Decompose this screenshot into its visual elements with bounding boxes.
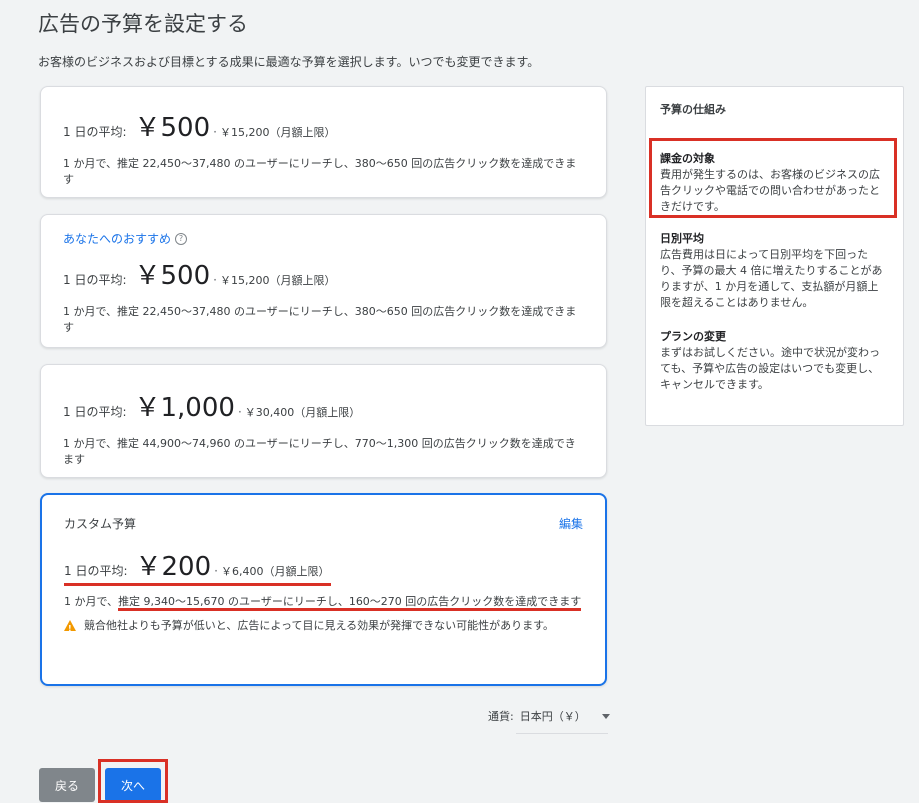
daily-amount: ￥500 xyxy=(134,261,211,291)
budget-option-custom[interactable]: カスタム予算 編集 1 日の平均: ￥200 · ￥6,400（月額上限） 1 … xyxy=(40,493,607,686)
next-button[interactable]: 次へ xyxy=(105,768,161,802)
back-button[interactable]: 戻る xyxy=(39,768,95,802)
daily-average-label: 1 日の平均: xyxy=(63,125,127,139)
budget-option-1[interactable]: 1 日の平均: ￥500 · ￥15,200（月額上限） 1 か月で、推定 22… xyxy=(40,86,607,198)
daily-average-label: 1 日の平均: xyxy=(63,273,127,287)
budget-option-2[interactable]: あなたへのおすすめ ? 1 日の平均: ￥500 · ￥15,200（月額上限）… xyxy=(40,214,607,348)
info-body: まずはお試しください。途中で状況が変わっても、予算や広告の設定はいつでも変更し、… xyxy=(660,346,880,391)
daily-average-label: 1 日の平均: xyxy=(64,564,128,578)
separator-dot: · xyxy=(213,273,217,287)
daily-price-underline: 1 日の平均: ￥200 · ￥6,400（月額上限） xyxy=(64,546,332,586)
monthly-cap: ￥15,200（月額上限） xyxy=(219,126,336,139)
help-icon[interactable]: ? xyxy=(175,232,188,245)
chevron-down-icon[interactable] xyxy=(601,713,610,719)
info-heading: プランの変更 xyxy=(660,330,726,343)
currency-value[interactable]: 日本円（￥） xyxy=(520,708,586,724)
warning-icon xyxy=(64,620,76,637)
daily-average-label: 1 日の平均: xyxy=(63,405,127,419)
info-heading: 日別平均 xyxy=(660,232,704,245)
separator-dot: · xyxy=(237,405,242,419)
recommended-text: あなたへのおすすめ xyxy=(63,232,172,246)
reach-highlight: 推定 9,340〜15,670 のユーザーにリーチし、160〜270 回の広告ク… xyxy=(118,595,582,611)
separator-dot: · xyxy=(213,125,217,139)
monthly-cap: ￥30,400（月額上限） xyxy=(244,406,361,419)
info-body: 費用が発生するのは、お客様のビジネスの広告クリックや電話での問い合わせがあったと… xyxy=(660,168,880,213)
daily-amount: ￥200 xyxy=(135,552,212,582)
monthly-cap: ￥15,200（月額上限） xyxy=(219,274,336,287)
currency-underline xyxy=(516,733,608,734)
budget-info-panel: 予算の仕組み 課金の対象 費用が発生するのは、お客様のビジネスの広告クリックや電… xyxy=(645,86,904,426)
low-budget-warning: 競合他社よりも予算が低いと、広告によって目に見える効果が発揮できない可能性があり… xyxy=(64,618,583,637)
reach-prefix: 1 か月で、 xyxy=(64,595,119,608)
info-heading: 課金の対象 xyxy=(660,152,715,165)
daily-amount: ￥500 xyxy=(134,113,211,143)
monthly-cap: ￥6,400（月額上限） xyxy=(220,565,330,578)
info-panel-title: 予算の仕組み xyxy=(660,103,726,116)
edit-link[interactable]: 編集 xyxy=(559,515,583,532)
custom-budget-header: カスタム予算 編集 xyxy=(64,515,583,532)
reach-estimate: 1 か月で、推定 44,900〜74,960 のユーザーにリーチし、770〜1,… xyxy=(63,437,576,466)
info-body: 広告費用は日によって日別平均を下回ったり、予算の最大 4 倍に増えたりすることが… xyxy=(660,248,883,309)
info-section-billing: 課金の対象 費用が発生するのは、お客様のビジネスの広告クリックや電話での問い合わ… xyxy=(646,151,903,215)
currency-label: 通貨: xyxy=(488,710,514,723)
reach-estimate: 1 か月で、推定 22,450〜37,480 のユーザーにリーチし、380〜65… xyxy=(63,305,577,334)
custom-budget-title: カスタム予算 xyxy=(64,517,137,531)
page-title: 広告の予算を設定する xyxy=(38,12,248,36)
currency-selector: 通貨: 日本円（￥） xyxy=(488,708,610,724)
daily-amount: ￥1,000 xyxy=(134,393,235,423)
recommended-label: あなたへのおすすめ ? xyxy=(63,230,584,247)
separator-dot: · xyxy=(214,564,218,578)
reach-estimate: 1 か月で、推定 22,450〜37,480 のユーザーにリーチし、380〜65… xyxy=(63,157,577,186)
reach-estimate: 1 か月で、推定 9,340〜15,670 のユーザーにリーチし、160〜270… xyxy=(64,594,583,611)
budget-option-3[interactable]: 1 日の平均: ￥1,000 · ￥30,400（月額上限） 1 か月で、推定 … xyxy=(40,364,607,478)
info-section-plan-change: プランの変更 まずはお試しください。途中で状況が変わっても、予算や広告の設定はい… xyxy=(646,329,903,393)
info-section-daily-average: 日別平均 広告費用は日によって日別平均を下回ったり、予算の最大 4 倍に増えたり… xyxy=(646,231,903,311)
warning-text: 競合他社よりも予算が低いと、広告によって目に見える効果が発揮できない可能性があり… xyxy=(84,619,555,632)
page-subtitle: お客様のビジネスおよび目標とする成果に最適な予算を選択します。いつでも変更できま… xyxy=(38,55,540,69)
